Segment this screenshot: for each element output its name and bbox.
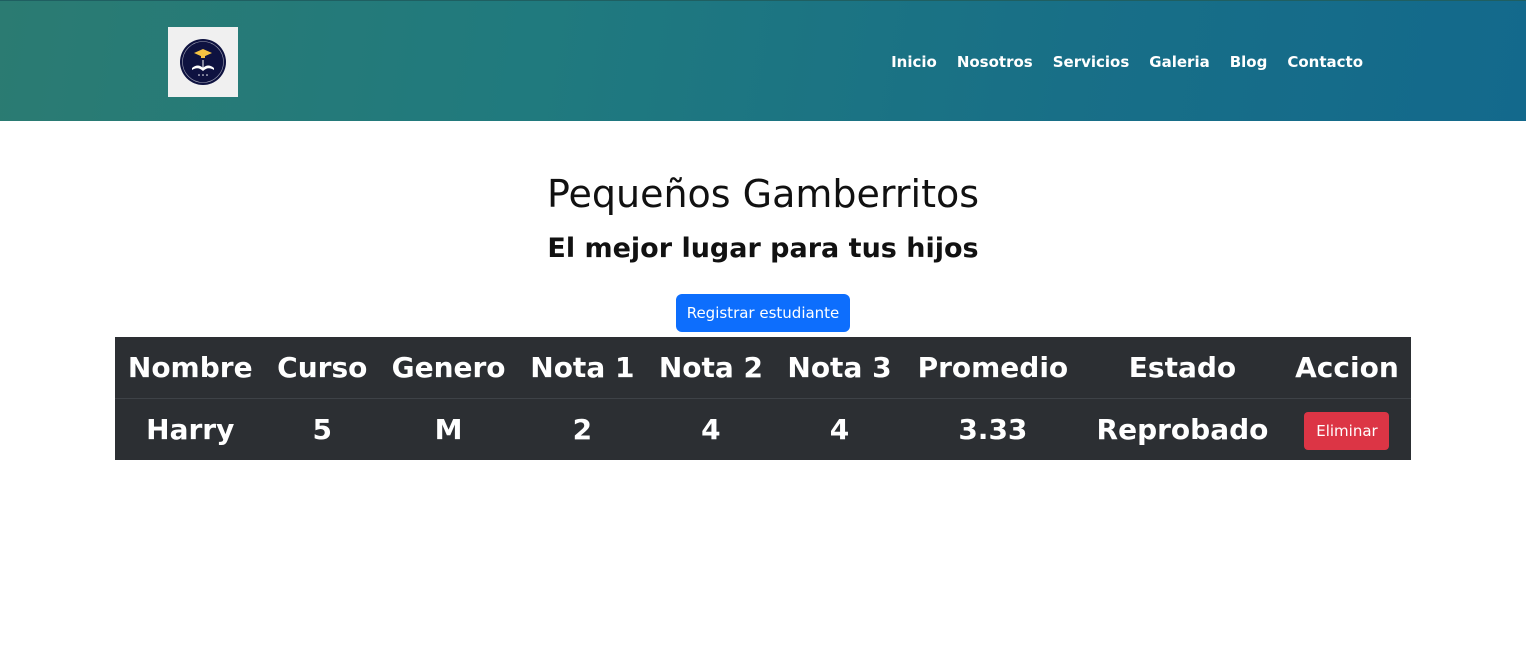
logo[interactable] <box>168 27 238 97</box>
site-header: Inicio Nosotros Servicios Galeria Blog C… <box>0 0 1526 121</box>
graduation-cap-book-icon <box>180 39 226 85</box>
header-nota-1: Nota 1 <box>530 351 635 384</box>
nav-nosotros[interactable]: Nosotros <box>957 52 1033 72</box>
students-table: Nombre Curso Genero Nota 1 Nota 2 Nota 3… <box>115 337 1411 460</box>
cell-nota-2: 4 <box>701 413 721 446</box>
cell-nota-3: 4 <box>829 413 850 446</box>
table-row: Harry 5 M 2 4 4 3.33 Reprobado Eliminar <box>115 399 1411 461</box>
cell-accion: Eliminar <box>1283 399 1411 461</box>
header-promedio: Promedio <box>917 351 1069 384</box>
delete-button[interactable]: Eliminar <box>1304 411 1390 450</box>
cell-promedio: 3.33 <box>958 413 1028 446</box>
nav-contacto[interactable]: Contacto <box>1287 52 1363 72</box>
cell-genero: M <box>434 413 463 446</box>
header-nota-2: Nota 2 <box>658 351 764 384</box>
cell-estado: Reprobado <box>1096 413 1269 446</box>
register-student-button[interactable]: Registrar estudiante <box>676 294 850 332</box>
cell-nota-1: 2 <box>572 413 593 446</box>
cell-curso: 5 <box>312 413 333 446</box>
header-nombre: Nombre <box>127 351 253 384</box>
header-nota-3: Nota 3 <box>787 351 892 384</box>
header-estado: Estado <box>1128 351 1237 384</box>
nav-blog[interactable]: Blog <box>1230 52 1268 72</box>
nav-galeria[interactable]: Galeria <box>1149 52 1209 72</box>
header-curso: Curso <box>277 351 368 384</box>
page-title: Pequeños Gamberritos <box>546 172 980 216</box>
header-genero: Genero <box>391 351 506 384</box>
main-nav: Inicio Nosotros Servicios Galeria Blog C… <box>871 52 1363 72</box>
table-header-row: Nombre Curso Genero Nota 1 Nota 2 Nota 3… <box>115 337 1411 399</box>
nav-servicios[interactable]: Servicios <box>1053 52 1130 72</box>
header-accion: Accion <box>1295 351 1399 384</box>
page-subtitle: El mejor lugar para tus hijos <box>547 233 979 264</box>
nav-inicio[interactable]: Inicio <box>891 52 937 72</box>
cell-nombre: Harry <box>146 413 235 446</box>
